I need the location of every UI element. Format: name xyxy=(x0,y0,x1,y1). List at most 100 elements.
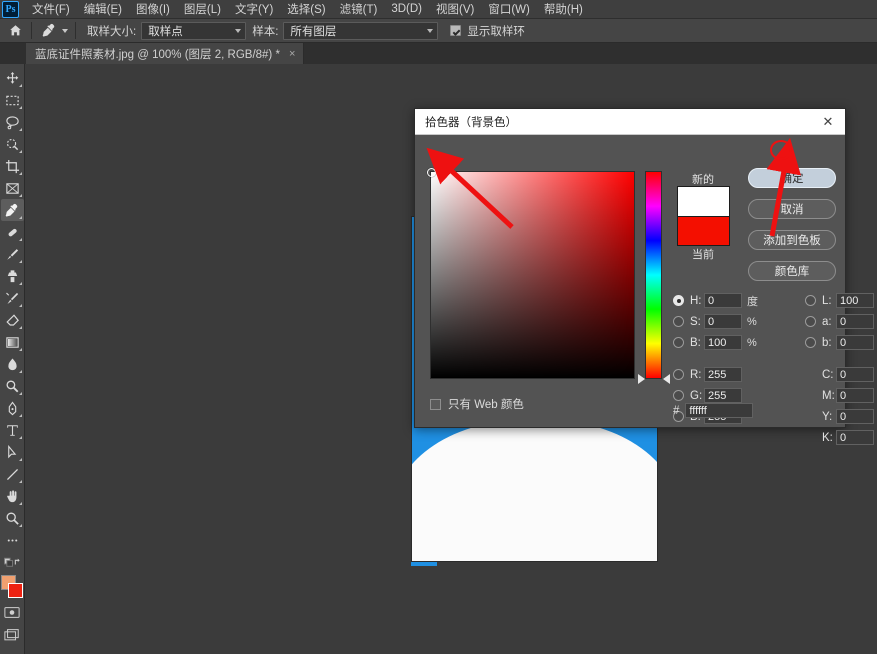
saturation-unit: % xyxy=(747,315,757,328)
menu-select[interactable]: 选择(S) xyxy=(280,0,332,20)
eyedropper-tool[interactable] xyxy=(0,199,24,221)
magenta-field[interactable]: 0 xyxy=(836,388,874,403)
menu-3d[interactable]: 3D(D) xyxy=(384,1,429,18)
sample-size-select[interactable]: 取样点 xyxy=(141,21,247,40)
blur-tool[interactable] xyxy=(1,353,24,375)
menu-filter[interactable]: 滤镜(T) xyxy=(333,0,385,20)
red-field[interactable]: 255 xyxy=(704,367,742,382)
color-field-marker[interactable] xyxy=(427,168,436,177)
menu-window[interactable]: 窗口(W) xyxy=(481,0,537,20)
yellow-row[interactable]: Y: 0 % xyxy=(805,406,877,427)
magenta-row[interactable]: M: 0 % xyxy=(805,385,877,406)
lab-cmyk-fields: L: 100 a: 0 b: 0 C: 0 % xyxy=(805,290,877,448)
lab-l-radio[interactable] xyxy=(805,295,816,306)
saturation-field[interactable]: 0 xyxy=(704,314,742,329)
edit-toolbar-button[interactable] xyxy=(1,529,24,551)
photo-shirt xyxy=(412,419,657,561)
dodge-tool[interactable] xyxy=(1,375,24,397)
clone-stamp-tool[interactable] xyxy=(1,265,24,287)
menu-edit[interactable]: 编辑(E) xyxy=(77,0,129,20)
hex-row[interactable]: # ffffff xyxy=(673,403,754,418)
lab-l-field[interactable]: 100 xyxy=(836,293,874,308)
red-label: R: xyxy=(690,368,702,381)
lab-a-row[interactable]: a: 0 xyxy=(805,311,877,332)
black-row[interactable]: K: 0 % xyxy=(805,427,877,448)
pen-tool[interactable] xyxy=(1,397,24,419)
crop-tool[interactable] xyxy=(1,155,24,177)
divider xyxy=(31,22,32,39)
red-radio[interactable] xyxy=(673,369,684,380)
line-tool[interactable] xyxy=(1,463,24,485)
move-tool[interactable] xyxy=(1,67,24,89)
hue-field[interactable]: 0 xyxy=(704,293,742,308)
dialog-body: 只有 Web 颜色 新的 当前 确定 取消 添加到色板 颜色库 H: 0 度 S… xyxy=(415,135,874,445)
ok-button[interactable]: 确定 xyxy=(748,168,836,188)
history-brush-tool[interactable] xyxy=(1,287,24,309)
gradient-tool[interactable] xyxy=(1,331,24,353)
hue-slider[interactable] xyxy=(645,171,662,379)
quick-selection-tool[interactable] xyxy=(1,133,24,155)
cancel-button[interactable]: 取消 xyxy=(748,199,836,219)
hue-radio[interactable] xyxy=(673,295,684,306)
menu-image[interactable]: 图像(I) xyxy=(129,0,177,20)
menu-view[interactable]: 视图(V) xyxy=(429,0,481,20)
document-tab[interactable]: 蓝底证件照素材.jpg @ 100% (图层 2, RGB/8#) * × xyxy=(26,43,305,64)
yellow-field[interactable]: 0 xyxy=(836,409,874,424)
rectangular-marquee-tool[interactable] xyxy=(1,89,24,111)
hue-slider-handle-left[interactable] xyxy=(638,374,645,384)
green-radio[interactable] xyxy=(673,390,684,401)
lab-b-radio[interactable] xyxy=(805,337,816,348)
checkbox-icon xyxy=(450,25,462,36)
home-icon[interactable] xyxy=(4,21,26,41)
close-icon[interactable]: ✕ xyxy=(819,113,837,131)
cyan-row[interactable]: C: 0 % xyxy=(805,364,877,385)
saturation-label: S: xyxy=(690,315,701,328)
close-icon[interactable]: × xyxy=(289,48,295,60)
color-libraries-button[interactable]: 颜色库 xyxy=(748,261,836,281)
screen-mode-button[interactable] xyxy=(1,623,24,645)
lab-b-field[interactable]: 0 xyxy=(836,335,874,350)
brush-tool[interactable] xyxy=(1,243,24,265)
current-color-swatch[interactable] xyxy=(676,216,730,246)
type-tool[interactable] xyxy=(1,419,24,441)
add-to-swatches-button[interactable]: 添加到色板 xyxy=(748,230,836,250)
background-color-swatch[interactable] xyxy=(8,583,23,598)
lab-a-label: a: xyxy=(822,315,832,328)
healing-brush-tool[interactable] xyxy=(1,221,24,243)
lasso-tool[interactable] xyxy=(1,111,24,133)
saturation-brightness-field[interactable] xyxy=(427,168,635,379)
saturation-radio[interactable] xyxy=(673,316,684,327)
checkbox-icon xyxy=(430,398,441,410)
green-field[interactable]: 255 xyxy=(704,388,742,403)
zoom-tool[interactable] xyxy=(1,507,24,529)
hue-slider-handle-right[interactable] xyxy=(663,374,670,384)
ok-button-highlight-circle xyxy=(770,140,792,160)
frame-tool[interactable] xyxy=(1,177,24,199)
eraser-tool[interactable] xyxy=(1,309,24,331)
quick-mask-button[interactable] xyxy=(1,601,24,623)
brightness-radio[interactable] xyxy=(673,337,684,348)
chevron-down-icon[interactable] xyxy=(62,28,68,33)
new-color-swatch[interactable] xyxy=(676,186,730,216)
menu-file[interactable]: 文件(F) xyxy=(25,0,77,20)
brightness-field[interactable]: 100 xyxy=(704,335,742,350)
path-selection-tool[interactable] xyxy=(1,441,24,463)
color-swatches[interactable] xyxy=(0,575,24,601)
chevron-down-icon xyxy=(427,28,434,33)
cyan-field[interactable]: 0 xyxy=(836,367,874,382)
lab-a-radio[interactable] xyxy=(805,316,816,327)
lab-l-row[interactable]: L: 100 xyxy=(805,290,877,311)
sample-select[interactable]: 所有图层 xyxy=(283,21,439,40)
menu-help[interactable]: 帮助(H) xyxy=(537,0,590,20)
show-sampling-ring-checkbox[interactable]: 显示取样环 xyxy=(450,23,525,39)
menu-layer[interactable]: 图层(L) xyxy=(177,0,228,20)
lab-b-row[interactable]: b: 0 xyxy=(805,332,877,353)
hex-field[interactable]: ffffff xyxy=(685,403,754,418)
default-and-swap-colors[interactable] xyxy=(1,551,24,573)
menu-type[interactable]: 文字(Y) xyxy=(228,0,280,20)
current-tool-eyedropper[interactable] xyxy=(37,21,70,41)
lab-a-field[interactable]: 0 xyxy=(836,314,874,329)
hand-tool[interactable] xyxy=(1,485,24,507)
web-colors-only-checkbox[interactable]: 只有 Web 颜色 xyxy=(430,396,524,412)
black-field[interactable]: 0 xyxy=(836,430,874,445)
